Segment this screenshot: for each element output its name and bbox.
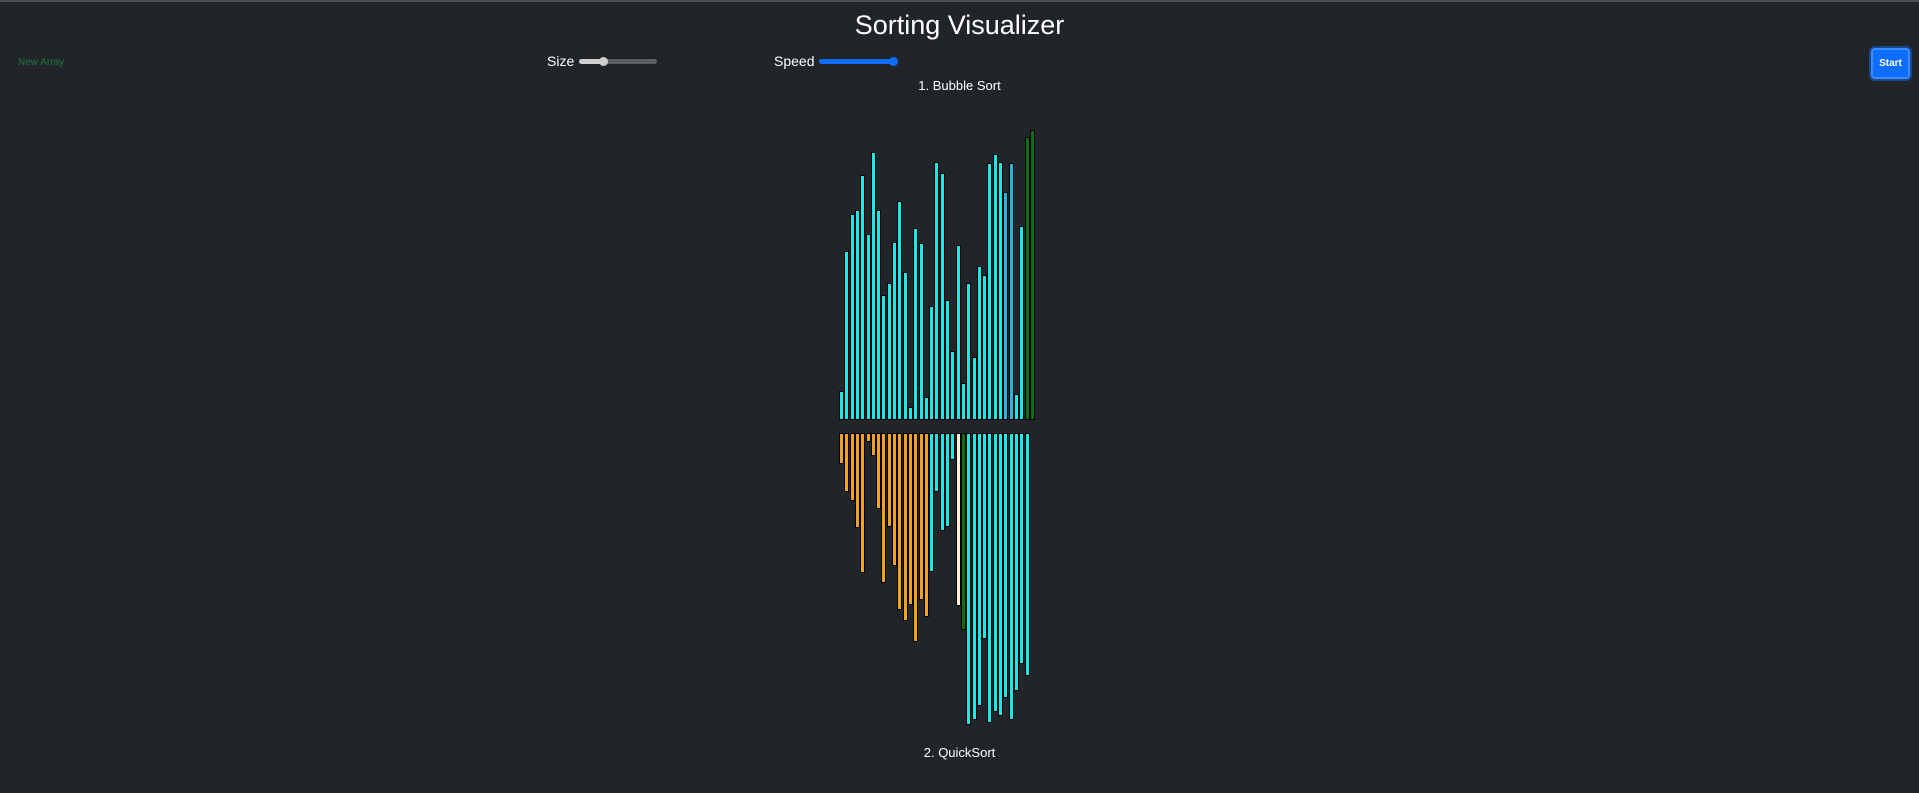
quicksort-bar [939,433,945,531]
bubble-sort-bar [955,245,961,420]
bubble-sort-bar [913,228,919,420]
bubble-sort-bar [976,266,982,420]
quicksort-bar [987,433,993,723]
bubble-sort-bar [902,272,908,420]
start-button[interactable]: Start [1871,48,1910,79]
bubble-sort-bar [1029,130,1035,420]
quicksort-bar [992,433,998,712]
quicksort-bar [950,433,956,460]
quicksort-bar [870,433,876,456]
bubble-sort-bar [886,283,892,420]
size-control: Size [547,53,658,69]
quicksort-bar [1019,433,1025,664]
bubble-sort-bar [892,242,897,420]
bubble-sort-bar [881,295,887,420]
bubble-sort-bar [929,306,935,420]
quicksort-bar [998,433,1003,716]
bubble-sort-bar [897,201,903,420]
speed-control: Speed [774,53,899,69]
quicksort-bar [1003,433,1009,698]
bubble-sort-bar [1019,226,1025,420]
bubble-sort-bar [1008,163,1014,420]
bubble-sort-bar [1024,137,1030,420]
quicksort-bar [881,433,887,583]
quicksort-bar [923,433,929,617]
speed-slider-fill [819,58,894,64]
quicksort-bar [839,433,844,464]
quicksort-bar [1024,433,1030,676]
new-array-button[interactable]: New Array [18,57,64,68]
quicksort-bar [849,433,855,501]
speed-slider-thumb[interactable] [889,56,899,66]
quicksort-bar [892,433,897,566]
bubble-sort-bar [865,234,871,420]
quicksort-bar [844,433,850,492]
quicksort-bar [929,433,935,572]
bubble-sort-label: 1. Bubble Sort [918,78,1001,93]
quicksort-bar [955,433,961,606]
bubble-sort-bar [934,162,940,420]
bubble-sort-bar [844,251,850,420]
bubble-sort-bar [945,300,950,420]
bubble-sort-bar [987,163,993,420]
bubble-sort-bar [1013,394,1019,420]
quicksort-bar [982,433,988,639]
quicksort-bar [897,433,903,610]
speed-slider[interactable] [819,56,899,66]
window-top-border [0,0,1919,2]
quicksort-bar [960,433,966,630]
quicksort-bar [934,433,940,492]
quicksort-bar [860,433,866,573]
page-title: Sorting Visualizer [854,10,1065,40]
quicksort-label: 2. QuickSort [923,745,996,760]
bubble-sort-bar [1003,192,1009,420]
quicksort-bar [971,433,977,720]
quicksort-bar [886,433,892,527]
quicksort-bar [966,433,972,725]
bubble-sort-bar [950,351,956,420]
bubble-sort-bar [966,283,972,420]
quicksort-bar [1008,433,1014,720]
quicksort-bar [1013,433,1019,691]
bubble-sort-bar [960,383,966,420]
quicksort-bar [907,433,913,605]
bubble-sort-bar [854,210,860,420]
quicksort-bar [876,433,882,509]
bubble-sort-bar [971,357,977,420]
quicksort-bar [865,433,871,442]
bubble-sort-bar [870,152,876,420]
quicksort-bar [913,433,919,642]
quicksort-bar [976,433,982,706]
size-slider-thumb[interactable] [598,56,608,66]
bubble-sort-bar [849,214,855,420]
bubble-sort-bar [992,154,998,420]
quicksort-bar [854,433,860,528]
bubble-sort-bar [998,162,1003,420]
bubble-sort-bar [839,391,844,420]
bubble-sort-bar [860,175,866,420]
bubble-sort-bar [982,275,988,420]
bubble-sort-bar [918,243,924,420]
bubble-sort-bar [923,397,929,420]
quicksort-bar [902,433,908,621]
size-slider[interactable] [579,56,658,66]
bubble-sort-bar [876,210,882,420]
speed-label: Speed [774,53,815,69]
quicksort-bar [945,433,950,527]
size-label: Size [547,53,575,69]
bubble-sort-bar [939,173,945,420]
quicksort-bar [918,433,924,600]
bubble-sort-bar [907,407,913,420]
